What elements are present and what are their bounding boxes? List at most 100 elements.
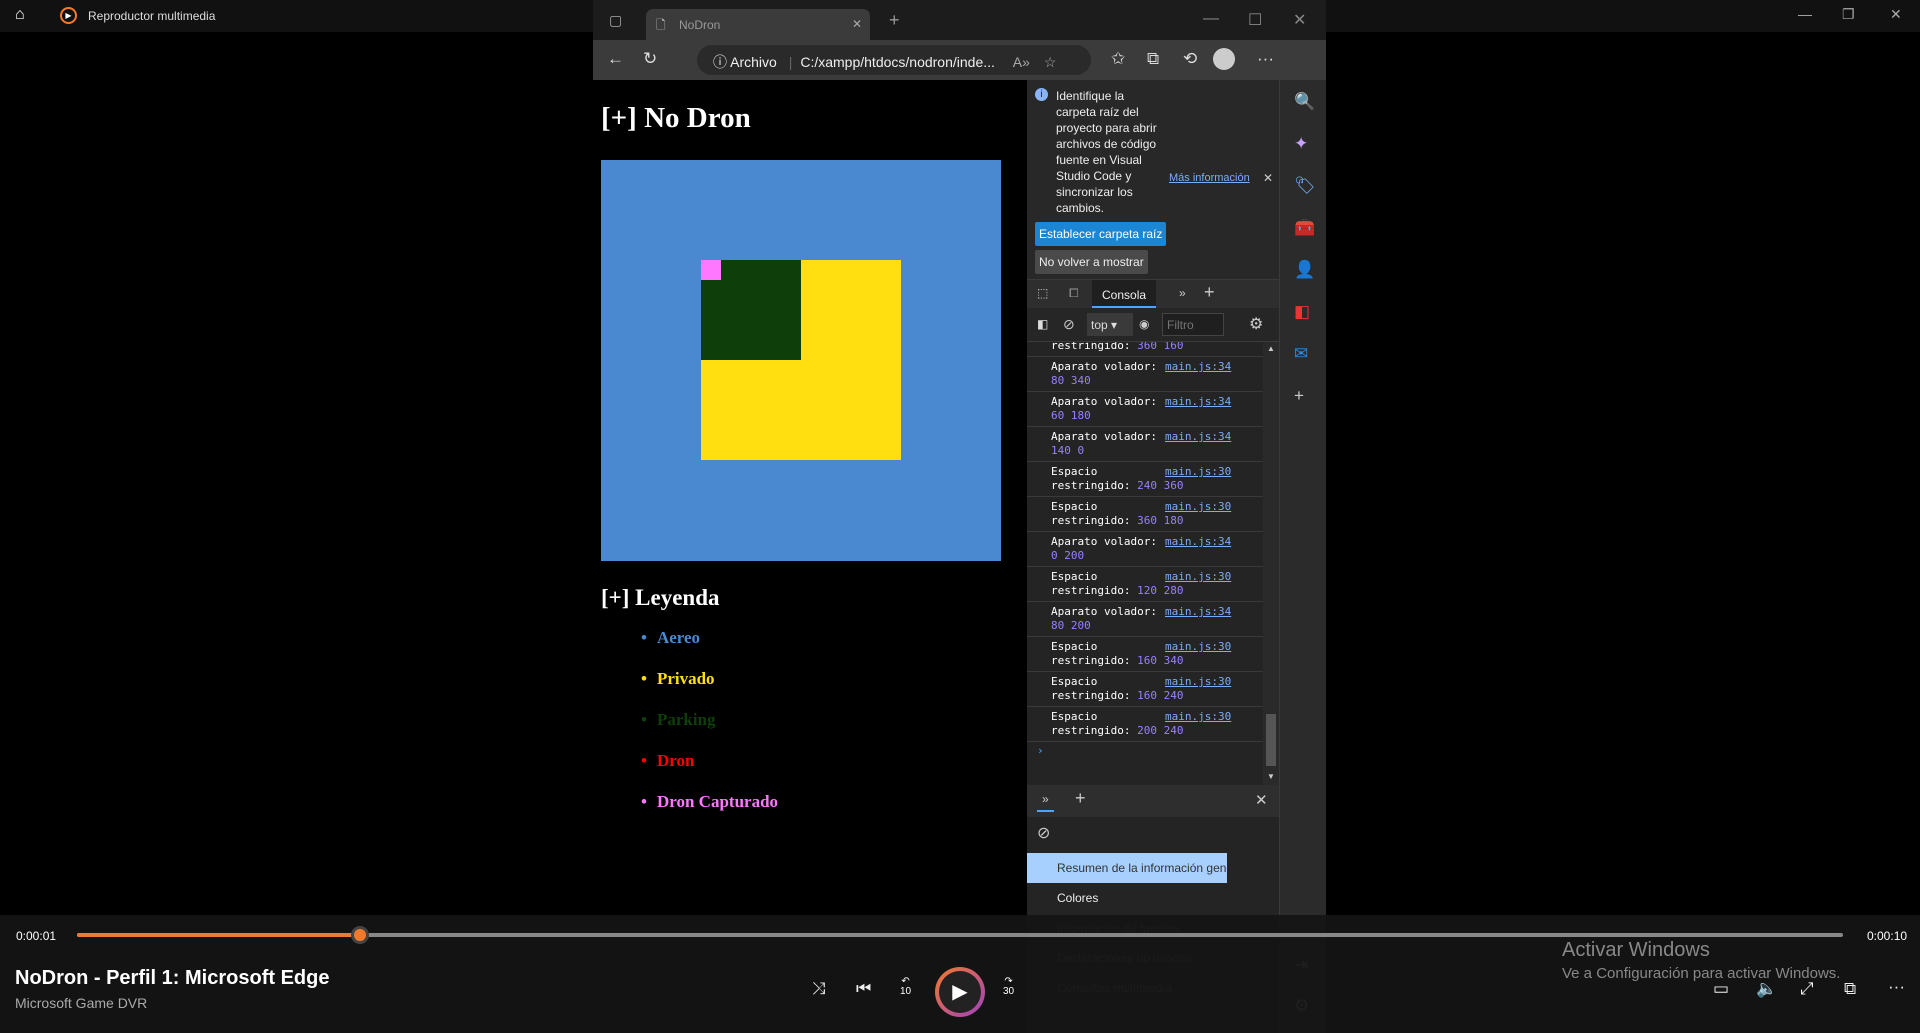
seek-bar[interactable]	[77, 926, 1843, 944]
minimize-button[interactable]: —	[1798, 6, 1812, 22]
outlook-icon[interactable]: ✉	[1294, 344, 1308, 364]
read-aloud-icon[interactable]: A»	[1013, 54, 1030, 70]
clear-icon[interactable]: ⊘	[1037, 823, 1050, 843]
add-sidebar-icon[interactable]: +	[1294, 386, 1304, 406]
volume-icon[interactable]: 🔈	[1756, 979, 1777, 999]
favorites-icon[interactable]: ✩	[1111, 49, 1125, 69]
dont-show-button[interactable]: No volver a mostrar	[1035, 250, 1148, 274]
back-icon[interactable]: ←	[607, 49, 624, 69]
history-icon[interactable]: ⟲	[1183, 49, 1197, 69]
legend-item: Dron	[641, 751, 778, 792]
info-text: Identifique la carpeta raíz del proyecto…	[1056, 89, 1157, 215]
console-prompt[interactable]: ›	[1027, 742, 1263, 757]
rewind-icon[interactable]: ↶ 10	[900, 977, 911, 997]
close-drawer-icon[interactable]: ✕	[1255, 791, 1268, 809]
live-expression-icon[interactable]: ◉	[1139, 317, 1149, 331]
play-button[interactable]: ▶	[935, 967, 985, 1017]
tab-console[interactable]: Consola	[1092, 280, 1157, 308]
forward-icon[interactable]: ↷ 30	[1003, 977, 1014, 997]
media-player-icon: ▶	[60, 7, 77, 24]
console-entry: Aparato volador: 0 200 main.js:34	[1027, 532, 1263, 567]
close-button[interactable]: ✕	[1890, 6, 1902, 23]
log-label: Aparato volador:	[1051, 395, 1157, 408]
legend-item: Dron Capturado	[641, 792, 778, 833]
log-source-link[interactable]: main.js:34	[1165, 395, 1231, 409]
shuffle-icon[interactable]: ⤨	[812, 979, 826, 999]
map-canvas	[601, 160, 1001, 561]
map-cell-dron-capturado	[701, 260, 721, 280]
tools-icon[interactable]: 🧰	[1294, 218, 1315, 238]
previous-icon[interactable]: ⏮	[856, 979, 871, 999]
more-tools-icon[interactable]: »	[1037, 792, 1054, 812]
mini-player-icon[interactable]: ⧉	[1844, 979, 1856, 999]
close-tab-icon[interactable]: ✕	[852, 17, 862, 31]
new-tab-button[interactable]: +	[889, 10, 900, 31]
sidebar-toggle-icon[interactable]: ◧	[1037, 317, 1048, 331]
tab-nodron[interactable]: 🗋 NoDron ✕	[646, 9, 870, 40]
more-tabs-icon[interactable]: »	[1179, 286, 1186, 300]
minimize-button[interactable]: —	[1203, 10, 1219, 28]
console-scrollbar[interactable]: ▲ ▼	[1263, 342, 1279, 785]
log-source-link[interactable]: main.js:34	[1165, 430, 1231, 444]
filter-input[interactable]	[1162, 313, 1224, 336]
info-icon: i	[1035, 88, 1048, 101]
total-time: 0:00:10	[1867, 929, 1908, 943]
info-bar: i Identifique la carpeta raíz del proyec…	[1027, 80, 1279, 280]
legend-title: [+] Leyenda	[601, 585, 720, 610]
log-source-link[interactable]: main.js:30	[1165, 500, 1231, 514]
profile-avatar[interactable]	[1213, 48, 1235, 70]
search-icon[interactable]: 🔍	[1294, 92, 1315, 112]
settings-icon[interactable]: ⚙	[1249, 314, 1263, 334]
restore-button[interactable]: ❐	[1842, 6, 1855, 23]
subtitles-icon[interactable]: ▭	[1713, 979, 1729, 999]
fullscreen-icon[interactable]: ⤢	[1800, 979, 1814, 999]
close-icon[interactable]: ✕	[1263, 171, 1273, 185]
close-button[interactable]: ✕	[1293, 10, 1306, 30]
console-entry: Aparato volador: 60 180 main.js:34	[1027, 392, 1263, 427]
add-favorite-icon[interactable]: ☆	[1044, 54, 1057, 70]
set-root-button[interactable]: Establecer carpeta raíz	[1035, 222, 1167, 246]
log-source-link[interactable]: main.js:30	[1165, 710, 1231, 724]
add-tab-icon[interactable]: +	[1204, 282, 1215, 303]
more-icon[interactable]: ···	[1257, 49, 1274, 69]
log-source-link[interactable]: main.js:34	[1165, 360, 1231, 374]
device-icon[interactable]: ⧠	[1069, 286, 1079, 301]
home-icon[interactable]: ⌂	[15, 6, 25, 24]
elapsed-time: 0:00:01	[16, 929, 57, 943]
overview-item[interactable]: Resumen de la información general	[1027, 853, 1227, 883]
refresh-icon[interactable]: ↻	[643, 49, 657, 69]
page-icon: 🗋	[656, 18, 666, 32]
more-info-link[interactable]: Más información	[1169, 172, 1250, 184]
copilot-icon[interactable]: ✦	[1294, 134, 1308, 154]
page-title: [+] No Dron	[601, 102, 751, 134]
more-options-icon[interactable]: ···	[1888, 977, 1905, 997]
log-source-link[interactable]: main.js:30	[1165, 465, 1231, 479]
add-drawer-tab-icon[interactable]: +	[1075, 788, 1086, 809]
info-icon: ⓘ	[713, 54, 731, 70]
maximize-button[interactable]: ☐	[1248, 10, 1262, 30]
media-controls: 0:00:01 0:00:10 NoDron - Perfil 1: Micro…	[0, 915, 1920, 1033]
overview-item[interactable]: Colores	[1027, 883, 1227, 913]
log-values: 360 160	[1137, 342, 1184, 352]
edge-sidebar: 🔍 ✦ 🏷 🧰 👤 ◧ ✉ + ⇥ ⚙	[1279, 80, 1326, 1033]
media-title: NoDron - Perfil 1: Microsoft Edge	[15, 967, 330, 989]
context-select[interactable]: top ▾	[1087, 313, 1133, 336]
log-source-link[interactable]: main.js:34	[1165, 535, 1231, 549]
seek-thumb[interactable]	[350, 926, 369, 944]
log-values: 240 360	[1137, 479, 1184, 492]
devtools-tabs: ⬚ ⧠ Consola » +	[1027, 280, 1279, 308]
games-icon[interactable]: 👤	[1294, 260, 1315, 280]
office-icon[interactable]: ◧	[1294, 302, 1310, 322]
rewind-seconds: 10	[900, 986, 912, 997]
media-subtitle: Microsoft Game DVR	[15, 995, 148, 1011]
clear-console-icon[interactable]: ⊘	[1063, 316, 1075, 333]
log-source-link[interactable]: main.js:30	[1165, 640, 1231, 654]
log-source-link[interactable]: main.js:34	[1165, 605, 1231, 619]
log-source-link[interactable]: main.js:30	[1165, 570, 1231, 584]
shopping-tag-icon[interactable]: 🏷	[1294, 176, 1316, 196]
inspect-icon[interactable]: ⬚	[1037, 286, 1048, 300]
tab-actions-icon[interactable]: ▢	[609, 12, 622, 29]
collections-icon[interactable]: ⧉	[1147, 49, 1159, 69]
address-bar[interactable]: ⓘ Archivo | C:/xampp/htdocs/nodron/inde..…	[697, 45, 1091, 75]
log-source-link[interactable]: main.js:30	[1165, 675, 1231, 689]
